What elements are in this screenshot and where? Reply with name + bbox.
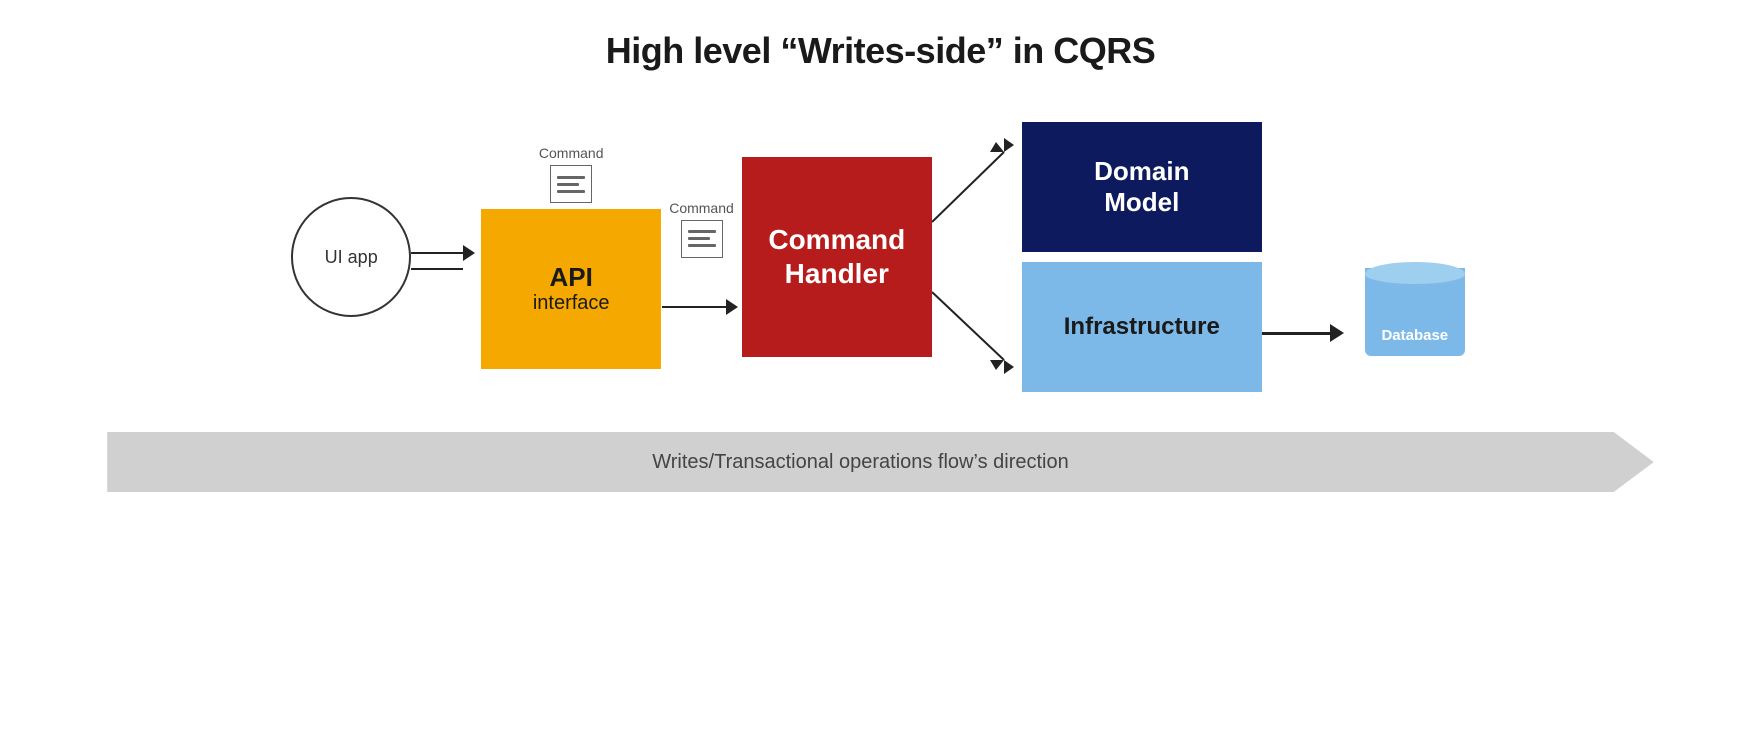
infrastructure-box: Infrastructure [1022, 262, 1262, 392]
domain-label: Domain Model [1094, 156, 1189, 218]
flow-direction-arrow: Writes/Transactional operations flow’s d… [107, 432, 1654, 492]
infra-label: Infrastructure [1064, 313, 1220, 341]
command-icon-1 [550, 165, 592, 203]
arrow-infra-to-db [1262, 324, 1352, 342]
arrow-ui-to-api [411, 245, 481, 270]
command-label-1: Command [539, 145, 604, 161]
arrow-api-to-handler [662, 299, 742, 315]
flow-arrow-text: Writes/Transactional operations flow’s d… [652, 451, 1068, 474]
diagram-area: UI app Command [40, 122, 1721, 716]
domain-model-box: Domain Model [1022, 122, 1262, 252]
database-label: Database [1360, 327, 1470, 344]
api-box-line1: API [550, 263, 593, 292]
flow-row: UI app Command [40, 122, 1721, 392]
command-icon-2 [681, 220, 723, 258]
diagonal-arrows-svg [932, 122, 1022, 392]
right-column: Domain Model Infrastructure [1022, 122, 1262, 392]
api-box-line2: interface [533, 292, 610, 315]
ui-app-node: UI app [291, 197, 411, 317]
command-group-1: Command [539, 145, 604, 203]
api-interface-box: API interface [481, 209, 661, 369]
command-handler-box: Command Handler [742, 157, 932, 357]
command-label-2: Command [669, 200, 734, 216]
page-title: High level “Writes-side” in CQRS [606, 30, 1155, 72]
ui-app-label: UI app [325, 247, 378, 268]
command-group-2: Command [669, 200, 734, 258]
diagonal-arrows [932, 122, 1022, 392]
flow-arrow-bg: Writes/Transactional operations flow’s d… [107, 432, 1654, 492]
handler-label: Command Handler [768, 223, 905, 290]
database-node: Database [1360, 252, 1470, 362]
